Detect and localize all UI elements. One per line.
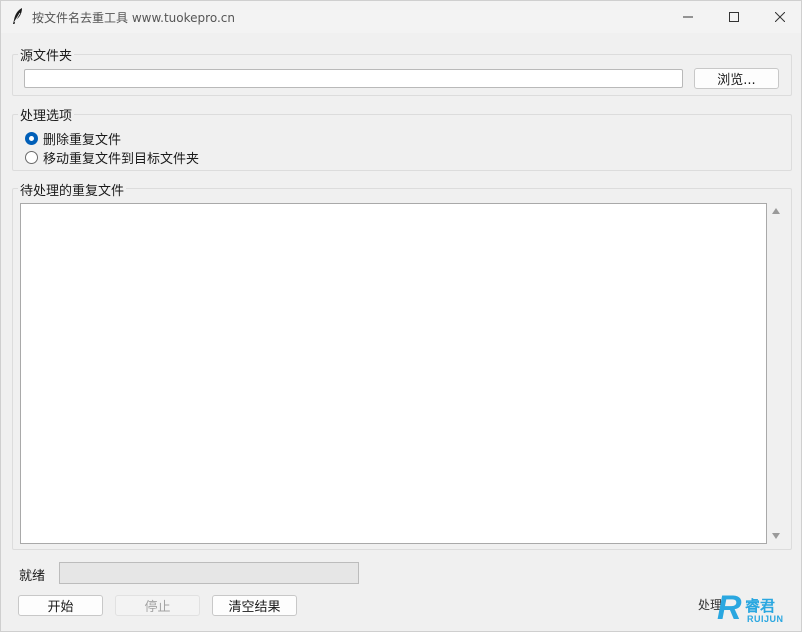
progress-bar [59, 562, 359, 584]
duplicates-listbox[interactable] [20, 203, 767, 544]
watermark-en: RUIJUN [747, 614, 784, 624]
radio-delete-indicator[interactable] [25, 132, 38, 145]
close-icon [775, 11, 785, 22]
feather-icon [13, 8, 22, 24]
status-text: 就绪 [19, 569, 46, 584]
minimize-button[interactable] [665, 1, 711, 32]
radio-move-duplicates[interactable]: 移动重复文件到目标文件夹 [25, 148, 199, 167]
maximize-button[interactable] [711, 1, 757, 32]
options-label: 处理选项 [18, 105, 75, 124]
watermark-cn: 睿君 [745, 597, 776, 615]
scroll-down-arrow-icon[interactable] [772, 533, 780, 539]
close-button[interactable] [757, 1, 802, 32]
window-title: 按文件名去重工具 www.tuokepro.cn [32, 11, 235, 25]
stop-button[interactable]: 停止 [115, 595, 200, 616]
app-window: 按文件名去重工具 www.tuokepro.cn 源文件夹 浏览... 处理选项… [0, 0, 802, 632]
browse-button[interactable]: 浏览... [694, 68, 779, 89]
radio-move-label: 移动重复文件到目标文件夹 [43, 152, 200, 167]
maximize-icon [729, 11, 739, 22]
watermark-logo: 处理 R 睿君 RUIJUN [695, 589, 787, 627]
watermark-letter: R [717, 589, 742, 627]
radio-delete-duplicates[interactable]: 删除重复文件 [25, 129, 121, 148]
source-folder-label: 源文件夹 [18, 45, 75, 64]
minimize-icon [683, 16, 693, 17]
duplicates-label: 待处理的重复文件 [18, 180, 127, 199]
title-bar[interactable]: 按文件名去重工具 www.tuokepro.cn [1, 1, 801, 33]
source-folder-input[interactable] [24, 69, 683, 88]
radio-move-indicator[interactable] [25, 151, 38, 164]
radio-delete-label: 删除重复文件 [43, 133, 122, 148]
clear-results-button[interactable]: 清空结果 [212, 595, 297, 616]
duplicates-scrollbar[interactable] [767, 203, 785, 544]
scroll-up-arrow-icon[interactable] [772, 208, 780, 214]
start-button[interactable]: 开始 [18, 595, 103, 616]
